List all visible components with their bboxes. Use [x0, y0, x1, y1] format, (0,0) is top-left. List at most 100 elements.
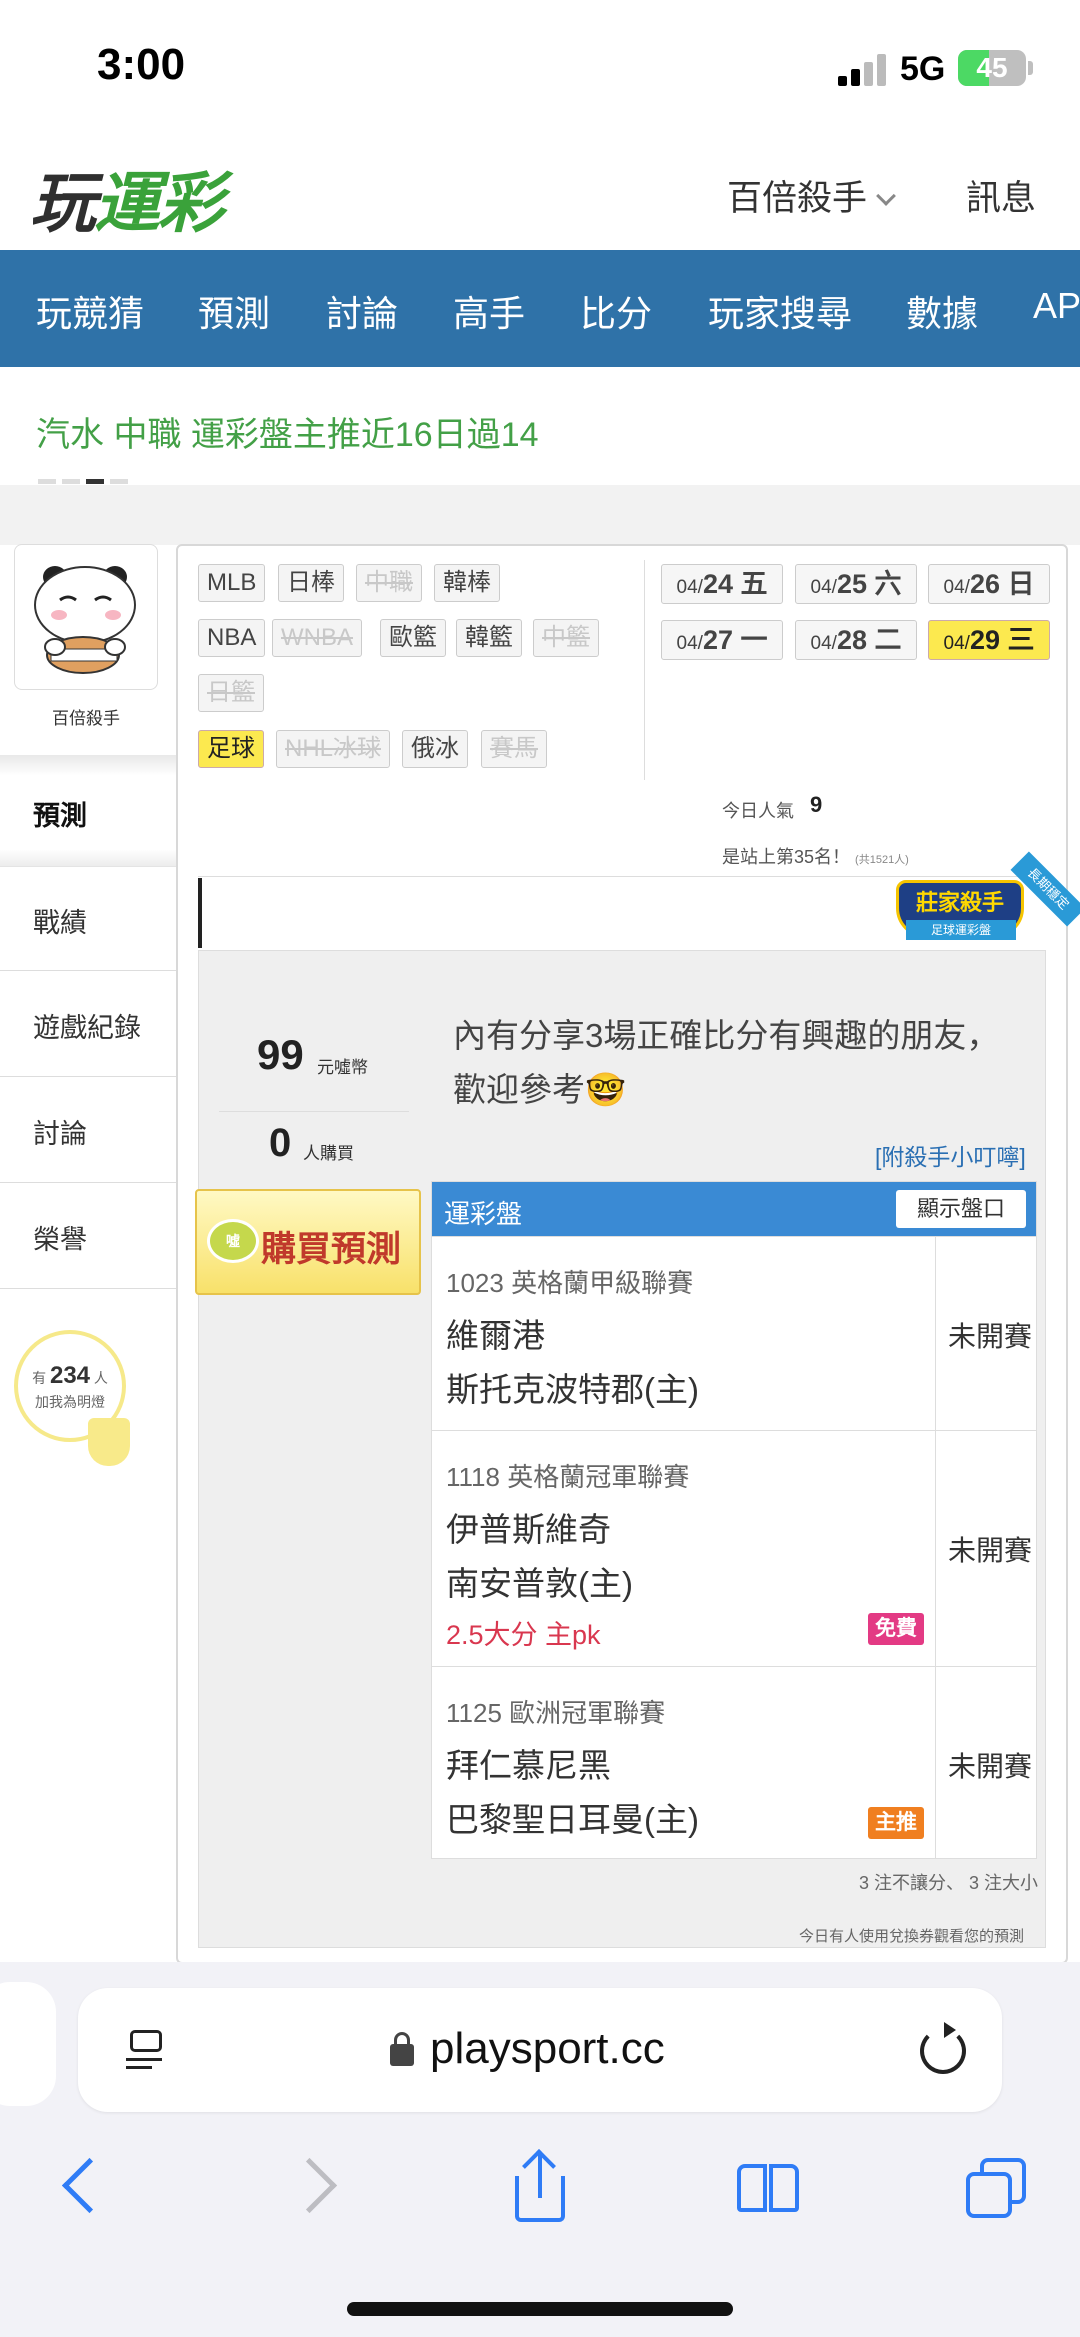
buyers-count: 0 [269, 1121, 292, 1165]
browser-toolbar: playsport.cc [0, 1962, 1080, 2337]
price-block: 99 元噓幣 0 人購買 [199, 1011, 419, 1165]
game-league: 1118 英格蘭冠軍聯賽 [446, 1462, 690, 1492]
sport-tag: WNBA [272, 619, 362, 657]
site-header: 玩運彩 百倍殺手 訊息 [0, 140, 1080, 250]
game-team-away: 伊普斯維奇 [446, 1511, 611, 1548]
url-text[interactable]: playsport.cc [430, 2024, 665, 2074]
nav-item-experts[interactable]: 高手 [453, 285, 525, 337]
site-logo[interactable]: 玩運彩 [30, 150, 224, 246]
nav-item-discuss[interactable]: 討論 [326, 285, 398, 337]
fans-prefix: 有 [32, 1370, 47, 1386]
pager-dot[interactable] [62, 479, 80, 484]
share-button[interactable] [505, 2149, 575, 2222]
tab-game-log[interactable]: 遊戲紀錄 [0, 972, 178, 1077]
date-button[interactable]: 04/25 六 [795, 564, 917, 604]
nav-item-guess[interactable]: 玩競猜 [36, 285, 144, 337]
odds-table-title: 運彩盤 [444, 1199, 523, 1229]
nav-item-scores[interactable]: 比分 [580, 285, 652, 337]
date-button-selected[interactable]: 04/29 三 [928, 620, 1050, 660]
voucher-note: 今日有人使用兌換券觀看您的預測 [799, 1928, 1025, 1945]
table-row: 1125 歐洲冠軍聯賽 拜仁慕尼黑 巴黎聖日耳曼(主) 主推 未開賽 [432, 1666, 1036, 1858]
tab-label: 預測 [33, 801, 87, 831]
date-button[interactable]: 04/24 五 [661, 564, 783, 604]
reader-mode-icon[interactable] [126, 2030, 168, 2072]
tab-label: 戰績 [33, 908, 87, 938]
prediction-description: 內有分享3場正確比分有興趣的朋友，歡迎參考🤓 [453, 1017, 1000, 1108]
ticker-text[interactable]: 汽水 中職 運彩盤主推近16日過14 [36, 407, 539, 456]
tab-label: 遊戲紀錄 [33, 1013, 141, 1043]
tab-predict[interactable]: 預測 [0, 760, 178, 865]
address-bar[interactable]: playsport.cc [78, 1988, 1002, 2112]
battery-icon: 45 [958, 50, 1026, 86]
sport-tag[interactable]: NBA [198, 619, 266, 657]
sport-tag-selected[interactable]: 足球 [198, 730, 264, 768]
game-info: 1118 英格蘭冠軍聯賽 伊普斯維奇 南安普敦(主) 2.5大分 主pk 免費 [432, 1431, 936, 1666]
pager-dot[interactable] [110, 479, 128, 484]
reload-icon[interactable] [920, 2022, 966, 2074]
sport-tag[interactable]: 日棒 [278, 564, 344, 602]
killer-tips-link[interactable]: [附殺手小叮嚀] [875, 1138, 1026, 1172]
date-button[interactable]: 04/27 一 [661, 620, 783, 660]
text-cursor [198, 878, 202, 948]
game-info: 1125 歐洲冠軍聯賽 拜仁慕尼黑 巴黎聖日耳曼(主) 主推 [432, 1667, 936, 1858]
forward-button[interactable] [282, 2152, 352, 2222]
divider [219, 1111, 409, 1112]
fans-label: 加我為明燈 [35, 1394, 105, 1410]
game-status: 未開賽 [948, 1321, 1033, 1352]
tabs-button[interactable] [960, 2152, 1030, 2222]
buy-prediction-button[interactable]: 噓 購買預測 [195, 1189, 421, 1295]
avatar[interactable] [14, 544, 158, 690]
price-value: 99 [257, 1031, 304, 1078]
home-indicator[interactable] [347, 2302, 733, 2316]
pick-summary: 3 注不讓分、 3 注大小 [859, 1873, 1039, 1893]
sport-tag[interactable]: 韓籃 [456, 619, 522, 657]
game-league: 1125 歐洲冠軍聯賽 [446, 1698, 666, 1728]
sport-tag: 日籃 [198, 674, 264, 712]
nav-item-app[interactable]: AP [1033, 285, 1080, 327]
bookmarks-button[interactable] [733, 2152, 803, 2222]
sport-tag[interactable]: 俄冰 [402, 730, 468, 768]
nav-item-predict[interactable]: 預測 [198, 285, 270, 337]
previous-tab-preview[interactable] [0, 1982, 56, 2106]
lock-icon [390, 2032, 414, 2066]
nav-item-player-search[interactable]: 玩家搜尋 [708, 285, 852, 337]
popularity-value: 9 [810, 792, 823, 817]
date-button[interactable]: 04/28 二 [795, 620, 917, 660]
sport-tag[interactable]: 韓棒 [434, 564, 500, 602]
tab-record[interactable]: 戰績 [0, 866, 178, 971]
user-menu-label: 百倍殺手 [727, 179, 868, 218]
table-row: 1023 英格蘭甲級聯賽 維爾港 斯托克波特郡(主) 未開賽 [432, 1236, 1036, 1430]
divider [644, 560, 645, 780]
messages-link[interactable]: 訊息 [966, 170, 1036, 221]
sport-tag: 賽馬 [481, 730, 547, 768]
pager-dot[interactable] [38, 479, 56, 484]
main-nav: 玩競猜 預測 討論 高手 比分 玩家搜尋 數據 AP [0, 250, 1080, 367]
featured-badge: 主推 [868, 1807, 924, 1839]
game-team-home: 斯托克波特郡(主) [446, 1371, 699, 1408]
game-league: 1023 英格蘭甲級聯賽 [446, 1268, 694, 1298]
odds-table: 運彩盤 顯示盤口 1023 英格蘭甲級聯賽 維爾港 斯托克波特郡(主) 未開賽 … [431, 1181, 1037, 1859]
network-type: 5G [900, 50, 946, 88]
date-button[interactable]: 04/26 日 [928, 564, 1050, 604]
pager-dot-active[interactable] [86, 479, 104, 484]
game-status: 未開賽 [948, 1535, 1033, 1566]
buyers-unit: 人購買 [303, 1144, 354, 1163]
status-bar: 3:00 5G 45 [0, 0, 1080, 140]
show-odds-button[interactable]: 顯示盤口 [896, 1190, 1026, 1228]
tab-honors[interactable]: 榮譽 [0, 1184, 178, 1289]
sport-tag: NHL冰球 [276, 730, 391, 768]
nav-item-data[interactable]: 數據 [906, 285, 978, 337]
fans-count: 234 [49, 1362, 91, 1389]
game-status: 未開賽 [948, 1751, 1033, 1782]
buy-prediction-label: 購買預測 [261, 1230, 402, 1269]
news-ticker[interactable]: 汽水 中職 運彩盤主推近16日過14 [0, 367, 1080, 485]
sport-tag[interactable]: 歐籃 [380, 619, 446, 657]
signal-icon [838, 52, 886, 86]
sport-tag[interactable]: MLB [198, 564, 266, 602]
back-button[interactable] [48, 2152, 118, 2222]
user-menu[interactable]: 百倍殺手 [727, 170, 896, 221]
game-pick: 2.5大分 主pk [446, 1620, 601, 1650]
battery-level: 45 [976, 52, 1008, 83]
profile-name[interactable]: 百倍殺手 [14, 704, 158, 729]
tab-discuss[interactable]: 討論 [0, 1078, 178, 1183]
